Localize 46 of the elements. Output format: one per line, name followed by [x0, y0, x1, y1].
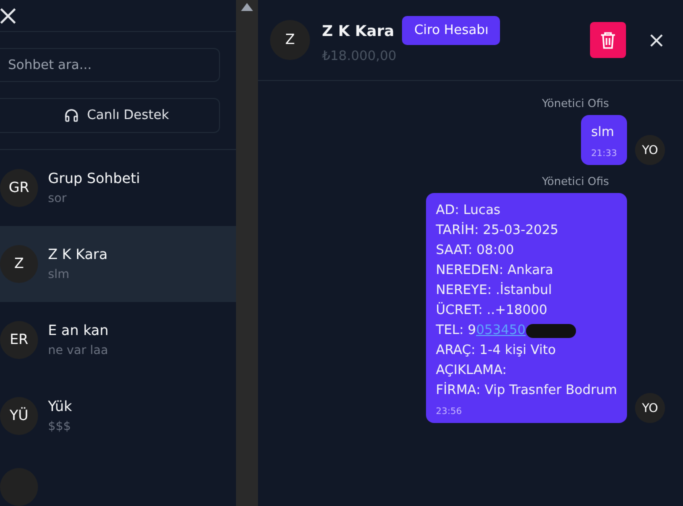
chat-list-item[interactable]: YÜ Yük $$$: [0, 378, 236, 454]
search-field[interactable]: Sohbet ara...: [0, 48, 220, 82]
message-text: AD: Lucas: [436, 202, 500, 220]
avatar: Z: [0, 245, 38, 283]
message-text: SAAT: 08:00: [436, 242, 514, 260]
avatar: YO: [635, 393, 665, 423]
chat-list-item[interactable]: Z Z K Kara slm: [0, 226, 236, 302]
message-text: ARAÇ: 1-4 kişi Vito: [436, 342, 556, 360]
last-message: ne var laa: [48, 343, 109, 357]
amount: ₺18.000,00: [322, 49, 398, 64]
last-message: sor: [48, 191, 68, 205]
chat-list-item[interactable]: ER E an kan ne var laa: [0, 302, 236, 378]
message-time: 23:56: [436, 407, 463, 417]
chat-list-item[interactable]: GR Grup Sohbeti sor: [0, 150, 236, 226]
scrollbar[interactable]: [236, 0, 258, 506]
delete-button[interactable]: [590, 22, 626, 58]
avatar: GR: [0, 169, 38, 207]
message-text: AÇIKLAMA:: [436, 362, 507, 380]
last-message: $$$: [48, 419, 72, 433]
chat-name: Yük: [48, 399, 72, 415]
trash-icon: [600, 31, 616, 49]
message-text: ÜCRET: ..+18000: [436, 301, 548, 320]
message-time: 21:33: [591, 149, 617, 159]
avatar: YO: [635, 135, 665, 165]
message-text: TEL: 9: [436, 322, 476, 340]
avatar: YÜ: [0, 397, 38, 435]
message-text: NEREYE: .İstanbul: [436, 281, 552, 300]
message-text: slm: [591, 124, 614, 142]
chat-name: Z K Kara: [48, 247, 108, 263]
message-text: NEREDEN: Ankara: [436, 262, 554, 280]
close-icon[interactable]: [650, 34, 663, 46]
message-text: TARİH: 25-03-2025: [436, 221, 558, 240]
contact-name: Z K Kara: [322, 22, 394, 40]
avatar: ER: [0, 321, 38, 359]
message-text: FİRMA: Vip Trasnfer Bodrum: [436, 381, 617, 400]
avatar: Z: [270, 20, 310, 60]
sender-name: Yönetici Ofis: [542, 97, 609, 110]
chat-name: E an kan: [48, 323, 109, 339]
scroll-up-icon[interactable]: [241, 3, 253, 11]
live-support-button[interactable]: Canlı Destek: [0, 98, 220, 133]
revenue-account-button[interactable]: Ciro Hesabı: [402, 16, 500, 45]
sender-name: Yönetici Ofis: [542, 175, 609, 188]
close-icon[interactable]: [0, 8, 16, 24]
headset-icon: [64, 108, 79, 123]
last-message: slm: [48, 267, 70, 281]
chat-name: Grup Sohbeti: [48, 171, 140, 187]
